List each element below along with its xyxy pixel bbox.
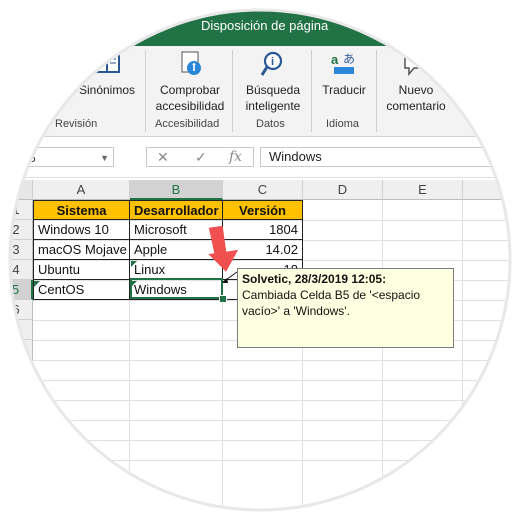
tab-formulas-partial[interactable]: Fó xyxy=(375,18,390,33)
change-marker-icon xyxy=(131,261,137,267)
smart-lookup-label-1: Búsqueda xyxy=(245,83,301,97)
cell-a1[interactable]: Sistema xyxy=(33,200,130,220)
translate-button[interactable]: aあ Traducir xyxy=(314,50,374,98)
new-comment-button[interactable]: + Nuevo comentario xyxy=(380,50,452,114)
new-comment-label-2: comentario xyxy=(386,99,446,113)
row-header-5[interactable]: 5 xyxy=(0,280,33,300)
svg-text:+: + xyxy=(420,53,427,67)
red-arrow-icon xyxy=(208,226,239,272)
row-header-3[interactable]: 3 xyxy=(0,240,33,260)
thesaurus-icon xyxy=(94,53,120,73)
tab-page-layout[interactable]: Disposición de página xyxy=(201,18,328,33)
ribbon-separator xyxy=(145,50,146,132)
row-header-4[interactable]: 4 xyxy=(0,260,33,280)
synonyms-label: Sinónimos xyxy=(78,83,136,97)
row-header-13[interactable]: 13 xyxy=(0,440,33,460)
comment-author: Solvetic, 28/3/2019 12:05: xyxy=(242,272,387,286)
group-label-data: Datos xyxy=(256,118,285,130)
group-label-language: Idioma xyxy=(326,118,360,130)
smart-lookup-label-2: inteligente xyxy=(245,99,301,113)
synonyms-button[interactable]: Sinónimos xyxy=(78,50,136,98)
column-header-a[interactable]: A xyxy=(33,180,130,200)
smart-lookup-icon: i xyxy=(260,51,283,76)
enter-icon[interactable]: ✓ xyxy=(195,149,207,166)
row-header-12[interactable]: 12 xyxy=(0,420,33,440)
ribbon-separator xyxy=(232,50,233,132)
name-box-value: 5 xyxy=(29,151,36,165)
translate-icon: aあ xyxy=(331,52,355,74)
change-tracking-comment: Solvetic, 28/3/2019 12:05: Cambiada Celd… xyxy=(237,268,454,348)
check-accessibility-label-1: Comprobar xyxy=(159,83,221,97)
ribbon-tab-bar: ar Disposición de página Fó xyxy=(0,0,520,46)
row-header-8[interactable]: 8 xyxy=(0,340,33,360)
row-header-9[interactable]: 9 xyxy=(0,360,33,380)
chevron-down-icon[interactable]: ▼ xyxy=(100,148,109,168)
excel-window: ar Disposición de página Fó Sinónimos Co… xyxy=(0,0,520,520)
change-marker-icon xyxy=(34,281,40,287)
name-box[interactable]: 5 ▼ xyxy=(22,147,114,167)
fill-handle[interactable] xyxy=(219,295,227,303)
cell-b1[interactable]: Desarrollador xyxy=(130,200,223,220)
ribbon-separator xyxy=(376,50,377,132)
smart-lookup-button[interactable]: i Búsqueda inteligente xyxy=(238,50,308,114)
row-header-1[interactable]: 1 xyxy=(0,200,33,220)
cell-a2[interactable]: Windows 10 xyxy=(33,220,130,240)
formula-controls: ✕ ✓ fx xyxy=(146,147,254,167)
cell-c1[interactable]: Versión xyxy=(223,200,303,220)
ribbon-separator xyxy=(311,50,312,132)
accessibility-check-icon xyxy=(181,51,201,75)
svg-text:a: a xyxy=(331,52,339,67)
row-header-2[interactable]: 2 xyxy=(0,220,33,240)
new-comment-label-1: Nuevo xyxy=(398,83,434,97)
row-header-11[interactable]: 11 xyxy=(0,400,33,420)
select-all-corner[interactable] xyxy=(0,180,33,200)
column-header-d[interactable]: D xyxy=(303,180,383,200)
cell-a3[interactable]: macOS Mojave xyxy=(33,240,130,260)
svg-text:あ: あ xyxy=(343,52,355,66)
column-header-e[interactable]: E xyxy=(383,180,463,200)
svg-text:i: i xyxy=(271,56,274,68)
column-header-b[interactable]: B xyxy=(130,180,223,200)
column-header-f[interactable]: F xyxy=(463,180,520,200)
insert-function-icon[interactable]: fx xyxy=(229,149,242,165)
row-header-10[interactable]: 10 xyxy=(0,380,33,400)
group-label-revision: Revisión xyxy=(55,118,98,130)
cell-a4[interactable]: Ubuntu xyxy=(33,260,130,280)
formula-input[interactable]: Windows xyxy=(260,147,520,167)
column-header-c[interactable]: C xyxy=(223,180,303,200)
translate-label: Traducir xyxy=(322,83,366,97)
tab-partial[interactable]: ar xyxy=(150,18,162,33)
new-comment-icon: + xyxy=(404,53,428,77)
check-accessibility-button[interactable]: Comprobar accesibilidad xyxy=(150,50,230,114)
check-accessibility-label-2: accesibilidad xyxy=(155,99,225,113)
active-cell-border xyxy=(130,278,223,299)
row-header-7[interactable]: 7 xyxy=(0,320,33,340)
cancel-icon[interactable]: ✕ xyxy=(157,149,169,166)
ribbon: Sinónimos Comprobar accesibilidad i Búsq… xyxy=(0,46,520,137)
cell-a5[interactable]: CentOS xyxy=(33,280,130,300)
row-header-6[interactable]: 6 xyxy=(0,300,33,320)
comment-text: Cambiada Celda B5 de '<espacio vacío>' a… xyxy=(242,288,421,318)
group-label-accessibility: Accesibilidad xyxy=(155,118,220,130)
